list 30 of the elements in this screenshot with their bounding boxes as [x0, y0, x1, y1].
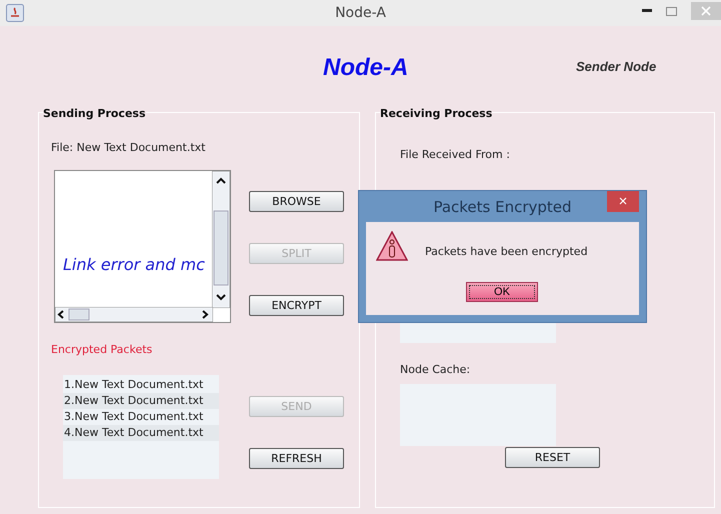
file-preview[interactable]: Link error and mc	[54, 170, 231, 323]
cache-label: Node Cache:	[400, 363, 472, 376]
panel-legend: Sending Process	[43, 107, 146, 120]
reset-button[interactable]: RESET	[505, 447, 600, 468]
action-button[interactable]: BROWSE	[249, 191, 344, 212]
packet-item[interactable]: 2.New Text Document.txt	[63, 393, 219, 409]
action-button[interactable]: REFRESH	[249, 448, 344, 469]
received-from-label: File Received From :	[400, 148, 511, 161]
packets-label: Encrypted Packets	[51, 343, 154, 356]
dialog-message: Packets have been encrypted	[425, 245, 588, 258]
vertical-scrollbar[interactable]	[212, 171, 230, 308]
packet-item[interactable]: 3.New Text Document.txt	[63, 409, 219, 425]
close-button[interactable]: ×	[607, 191, 639, 212]
window-title: Node-A	[335, 5, 386, 21]
warning-icon	[376, 231, 408, 261]
horizontal-scrollbar[interactable]	[55, 307, 213, 322]
preview-text: Link error and mc	[63, 255, 205, 274]
action-button[interactable]: ENCRYPT	[249, 295, 344, 316]
packet-item[interactable]: 4.New Text Document.txt	[63, 425, 219, 441]
ok-button[interactable]: OK	[466, 282, 538, 302]
node-title: Node-A	[323, 54, 408, 82]
dialog-title: Packets Encrypted	[433, 198, 572, 216]
node-role: Sender Node	[576, 59, 656, 74]
close-icon[interactable]	[691, 2, 721, 20]
maximize-icon[interactable]	[666, 6, 677, 16]
app-icon	[6, 4, 24, 22]
minimize-icon[interactable]	[642, 9, 652, 13]
file-label: File: New Text Document.txt	[51, 141, 206, 154]
packet-item[interactable]: 1.New Text Document.txt	[63, 377, 219, 393]
panel-legend: Receiving Process	[380, 107, 492, 120]
